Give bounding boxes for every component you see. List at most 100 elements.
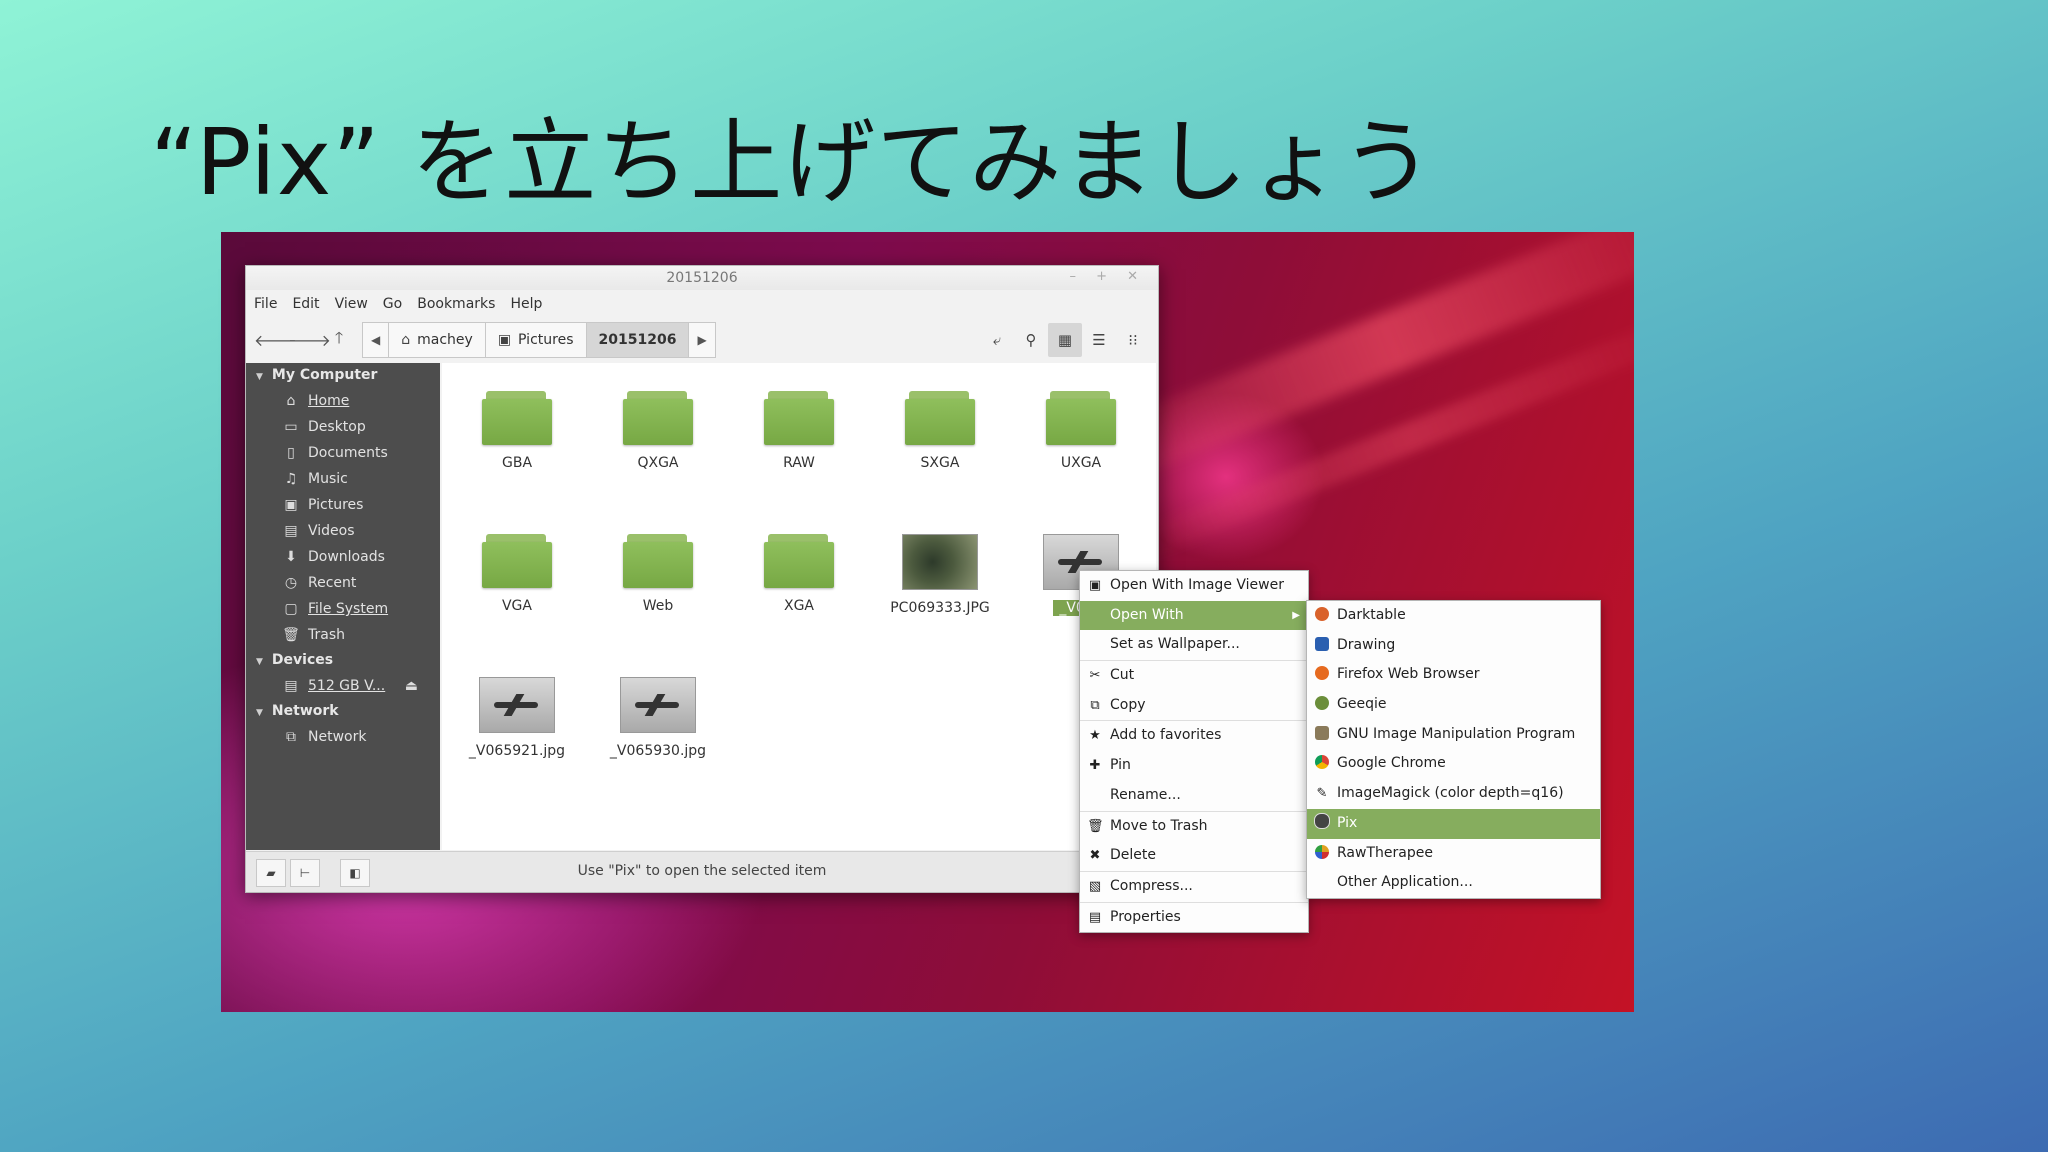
eject-icon[interactable]: ⏏ — [405, 673, 418, 699]
pictures-icon: ▣ — [497, 332, 512, 348]
sidebar-item-music[interactable]: ♫ Music — [246, 466, 440, 492]
folder-item[interactable]: GBA — [457, 391, 577, 471]
image-thumbnail — [479, 677, 555, 733]
sidebar-item-home[interactable]: ⌂ Home — [246, 388, 440, 414]
app-item-rawtherapee[interactable]: RawTherapee — [1307, 839, 1600, 869]
menu-item-compress[interactable]: ▧ Compress... — [1080, 870, 1308, 902]
up-icon[interactable]: 🡑 — [322, 327, 356, 354]
app-item-google-chrome[interactable]: Google Chrome — [1307, 749, 1600, 779]
menu-go[interactable]: Go — [383, 296, 402, 312]
image-file-item[interactable]: _V065921.jpg — [457, 677, 577, 759]
app-item-darktable[interactable]: Darktable — [1307, 601, 1600, 631]
slide-title: “Pix” を立ち上げてみましょう — [150, 109, 1435, 216]
documents-icon: ▯ — [287, 445, 295, 461]
sidebar-item-file-system[interactable]: ▢ File System — [246, 596, 440, 622]
folder-item[interactable]: UXGA — [1021, 391, 1141, 471]
breadcrumb-home[interactable]: ⌂ machey — [389, 323, 486, 357]
drive-icon: ▤ — [284, 678, 298, 694]
folder-item[interactable]: RAW — [739, 391, 859, 471]
home-icon: ⌂ — [286, 393, 296, 409]
sidebar-item-downloads[interactable]: ⬇ Downloads — [246, 544, 440, 570]
menu-bookmarks[interactable]: Bookmarks — [417, 296, 495, 312]
menu-item-properties[interactable]: ▤ Properties — [1080, 901, 1308, 933]
menu-item-open-with-image-viewer[interactable]: ▣ Open With Image Viewer — [1080, 571, 1308, 601]
breadcrumb-right-arrow-icon[interactable]: ▶ — [689, 323, 714, 357]
folder-icon — [905, 391, 975, 445]
app-item-gimp[interactable]: GNU Image Manipulation Program — [1307, 720, 1600, 750]
imagemagick-icon: ✎ — [1316, 786, 1328, 802]
folder-item[interactable]: XGA — [739, 534, 859, 614]
desktop-icon: ▭ — [284, 419, 298, 435]
image-thumbnail — [620, 677, 696, 733]
forward-icon[interactable]: 🡒 — [288, 330, 331, 350]
window-titlebar[interactable]: 20151206 – + ✕ — [246, 266, 1158, 290]
app-item-geeqie[interactable]: Geeqie — [1307, 690, 1600, 720]
sidebar-item-desktop[interactable]: ▭ Desktop — [246, 414, 440, 440]
folder-item[interactable]: VGA — [457, 534, 577, 614]
sidebar-section-my-computer[interactable]: ▼ My Computer — [246, 363, 440, 388]
expand-triangle-icon: ▼ — [256, 657, 263, 667]
path-toggle-icon[interactable]: ⤶ — [980, 323, 1014, 357]
image-file-item[interactable]: PC069333.JPG — [880, 534, 1000, 616]
menu-item-rename[interactable]: Rename... — [1080, 781, 1308, 811]
downloads-icon: ⬇ — [285, 549, 297, 565]
app-item-imagemagick[interactable]: ✎ ImageMagick (color depth=q16) — [1307, 779, 1600, 809]
menu-help[interactable]: Help — [510, 296, 542, 312]
app-item-other-application[interactable]: Other Application... — [1307, 868, 1600, 898]
icon-view-icon[interactable]: ▦ — [1048, 323, 1082, 357]
menu-edit[interactable]: Edit — [292, 296, 319, 312]
videos-icon: ▤ — [284, 523, 298, 539]
app-item-firefox[interactable]: Firefox Web Browser — [1307, 660, 1600, 690]
menu-item-pin[interactable]: ✚ Pin — [1080, 751, 1308, 781]
trash-icon: 🗑 — [282, 627, 300, 643]
folder-item[interactable]: Web — [598, 534, 718, 614]
sidebar: ▼ My Computer ⌂ Home ▭ Desktop ▯ Documents ♫… — [246, 363, 440, 850]
sidebar-item-recent[interactable]: ◷ Recent — [246, 570, 440, 596]
window-controls[interactable]: – + ✕ — [1069, 269, 1146, 284]
open-with-submenu: Darktable Drawing Firefox Web Browser Ge… — [1306, 600, 1601, 899]
menubar: File Edit View Go Bookmarks Help — [246, 290, 1158, 318]
menu-item-open-with[interactable]: Open With ▶ — [1080, 600, 1308, 631]
folder-icon — [482, 391, 552, 445]
compact-view-icon[interactable]: ⁝⁝ — [1116, 323, 1150, 357]
folder-item[interactable]: QXGA — [598, 391, 718, 471]
menu-item-add-to-favorites[interactable]: ★ Add to favorites — [1080, 720, 1308, 751]
sidebar-item-trash[interactable]: 🗑 Trash — [246, 622, 440, 648]
sidebar-item-pictures[interactable]: ▣ Pictures — [246, 492, 440, 518]
menu-item-delete[interactable]: ✖ Delete — [1080, 841, 1308, 871]
breadcrumb-pictures[interactable]: ▣ Pictures — [486, 323, 587, 357]
darktable-icon — [1315, 607, 1329, 621]
breadcrumb-left-arrow-icon[interactable]: ◀ — [363, 323, 390, 357]
toolbar: 🡐 🡒 🡑 ◀ ⌂ machey ▣ Pictures 20151206 ▶ ⤶ ⚲… — [246, 318, 1158, 362]
menu-item-set-as-wallpaper[interactable]: Set as Wallpaper... — [1080, 630, 1308, 660]
sidebar-section-devices[interactable]: ▼ Devices — [246, 648, 440, 673]
cut-icon: ✂ — [1089, 668, 1101, 684]
menu-view[interactable]: View — [335, 296, 368, 312]
sidebar-section-network[interactable]: ▼ Network — [246, 699, 440, 724]
trash-icon: 🗑 — [1087, 818, 1104, 834]
list-view-icon[interactable]: ☰ — [1082, 323, 1116, 357]
back-icon[interactable]: 🡐 — [254, 330, 297, 350]
drawing-icon — [1315, 636, 1329, 651]
rawtherapee-icon — [1315, 844, 1329, 859]
breadcrumb-current[interactable]: 20151206 — [586, 323, 690, 357]
sidebar-item-videos[interactable]: ▤ Videos — [246, 518, 440, 544]
menu-item-cut[interactable]: ✂ Cut — [1080, 660, 1308, 691]
app-item-drawing[interactable]: Drawing — [1307, 631, 1600, 661]
filesystem-icon: ▢ — [284, 601, 298, 617]
search-icon[interactable]: ⚲ — [1014, 323, 1048, 357]
star-icon: ★ — [1089, 728, 1101, 744]
sidebar-item-documents[interactable]: ▯ Documents — [246, 440, 440, 466]
delete-icon: ✖ — [1089, 848, 1101, 864]
folder-item[interactable]: SXGA — [880, 391, 1000, 471]
expand-triangle-icon: ▼ — [256, 372, 263, 382]
image-file-item[interactable]: _V065930.jpg — [598, 677, 718, 759]
folder-icon — [764, 391, 834, 445]
view-controls: ⤶ ⚲ ▦ ☰ ⁝⁝ — [980, 323, 1150, 357]
sidebar-item-drive[interactable]: ▤ 512 GB V... ⏏ — [246, 673, 440, 699]
app-item-pix[interactable]: Pix — [1307, 808, 1600, 839]
menu-file[interactable]: File — [254, 296, 277, 312]
menu-item-copy[interactable]: ⧉ Copy — [1080, 691, 1308, 721]
sidebar-item-network[interactable]: ⧉ Network — [246, 724, 440, 750]
menu-item-move-to-trash[interactable]: 🗑 Move to Trash — [1080, 810, 1308, 842]
